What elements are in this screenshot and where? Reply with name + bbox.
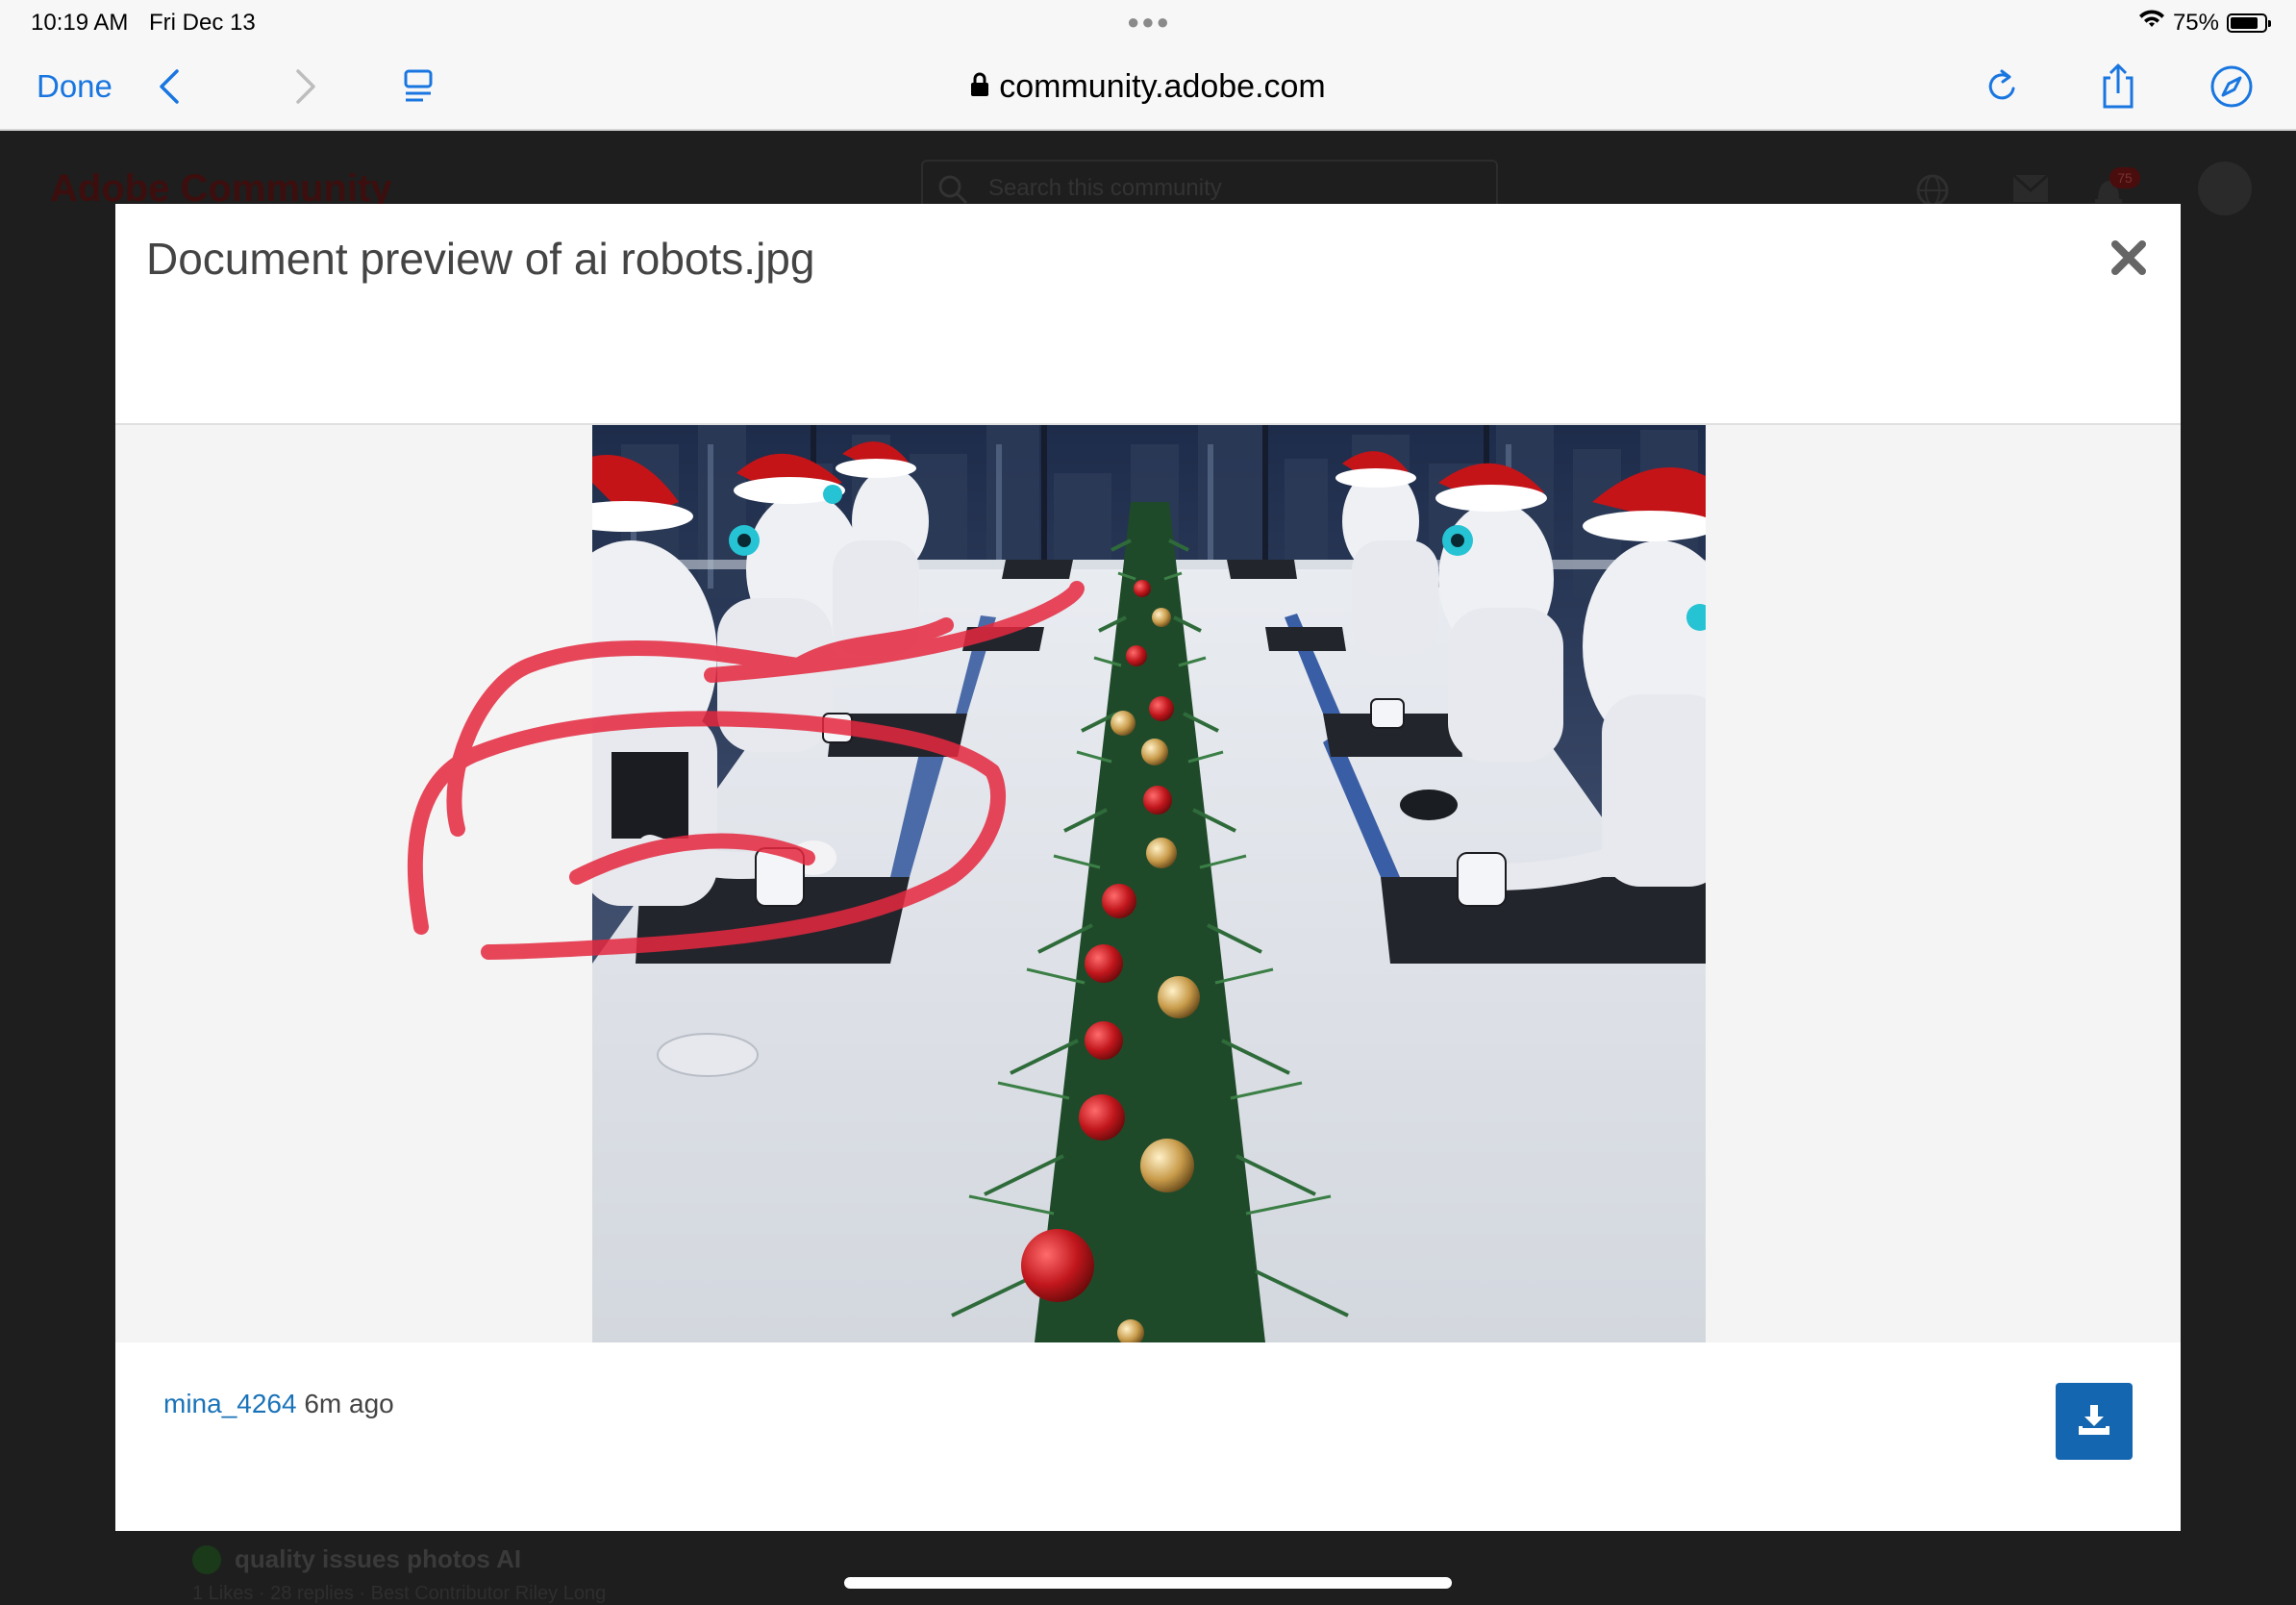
reload-icon[interactable] <box>1979 58 2027 115</box>
close-icon[interactable] <box>2108 237 2150 279</box>
download-icon <box>2078 1403 2110 1441</box>
status-bar: 10:19 AM Fri Dec 13 ●●● 75% <box>0 0 2296 46</box>
address-bar[interactable]: community.adobe.com <box>0 58 2296 115</box>
check-icon <box>192 1544 221 1574</box>
forward-icon[interactable] <box>287 58 325 115</box>
status-date: Fri Dec 13 <box>149 10 256 36</box>
done-button[interactable]: Done <box>37 58 112 115</box>
lock-icon <box>970 68 989 106</box>
notification-badge: 75 <box>2109 167 2140 188</box>
url-text: community.adobe.com <box>999 67 1326 105</box>
reader-icon[interactable] <box>394 58 442 115</box>
status-time: 10:19 AM <box>31 10 129 36</box>
preview-image <box>544 425 1736 1346</box>
upload-time: 6m ago <box>304 1389 394 1418</box>
status-indicators: 75% <box>2138 9 2271 37</box>
browser-toolbar: community.adobe.com Done <box>0 46 2296 131</box>
bg-post-title: quality issues photos AI <box>235 1544 522 1573</box>
search-placeholder: Search this community <box>988 175 1222 201</box>
modal-footer: mina_4264 6m ago <box>115 1342 2181 1531</box>
author-link[interactable]: mina_4264 <box>163 1389 297 1418</box>
bg-post-item: quality issues photos AI <box>192 1544 521 1574</box>
battery-icon <box>2227 13 2271 33</box>
modal-body <box>115 425 2181 1346</box>
bg-post-meta: 1 Likes · 28 replies · Best Contributor … <box>192 1583 607 1604</box>
document-preview-modal: Document preview of ai robots.jpg mina_4… <box>115 204 2181 1531</box>
avatar <box>2198 162 2252 215</box>
upload-meta: mina_4264 6m ago <box>163 1389 394 1419</box>
multitasking-dots[interactable]: ●●● <box>1127 10 1171 35</box>
battery-percent: 75% <box>2172 9 2219 36</box>
modal-header: Document preview of ai robots.jpg <box>115 204 2181 425</box>
download-button[interactable] <box>2056 1383 2133 1460</box>
back-icon[interactable] <box>150 58 188 115</box>
wifi-icon <box>2138 9 2165 37</box>
compass-icon[interactable] <box>2208 58 2256 115</box>
preview-image-illustration <box>544 425 1736 1346</box>
modal-title: Document preview of ai robots.jpg <box>146 234 815 284</box>
share-icon[interactable] <box>2094 58 2142 115</box>
home-indicator[interactable] <box>844 1577 1452 1589</box>
